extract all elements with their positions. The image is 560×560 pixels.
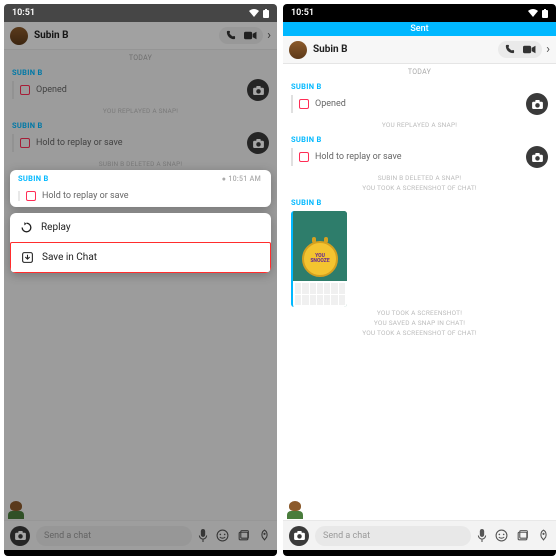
footer-camera-button[interactable] [289,526,309,546]
call-pill [498,41,542,58]
rocket-icon[interactable] [537,529,550,542]
system-saved: YOU SAVED A SNAP IN CHAT! [283,319,556,327]
context-menu: Replay Save in Chat [10,213,271,273]
battery-icon [263,9,269,18]
status-bar: 10:51 [283,4,556,22]
calendar-strip [293,281,347,307]
audio-call-button[interactable] [504,44,515,55]
menu-replay[interactable]: Replay [10,213,271,242]
snap-hold-icon [299,152,309,162]
context-snap-card: SUBIN B ● 10:51 AM Hold to replay or sav… [10,170,271,207]
status-time: 10:51 [12,8,35,18]
menu-save-label: Save in Chat [42,252,97,263]
system-screenshot-chat: YOU TOOK A SCREENSHOT OF CHAT! [283,184,556,192]
chat-header: Subin B › [283,36,556,64]
chat-body: TODAY SUBIN B Opened YOU REPLAYED A SNAP… [283,64,556,520]
status-bar: 10:51 [4,4,277,22]
phone-right: 10:51 Sent Subin B › TODAY SUBIN B Opene… [283,4,556,556]
battery-icon [542,9,548,18]
camera-reply-button-2[interactable] [526,146,548,168]
day-label: TODAY [283,68,556,76]
status-time: 10:51 [291,8,314,18]
replay-icon [20,221,33,234]
modal-scrim[interactable] [4,4,277,556]
wifi-icon [249,9,259,17]
emoji-icon[interactable] [495,529,508,542]
system-deleted: SUBIN B DELETED A SNAP! [283,174,556,182]
bitmoji-presence [283,501,556,520]
sender-label-2: SUBIN B [283,131,556,146]
video-call-button[interactable] [523,44,536,55]
system-screenshot: YOU TOOK A SCREENSHOT! [283,309,556,317]
system-screenshot-chat-2: YOU TOOK A SCREENSHOT OF CHAT! [283,329,556,337]
status-icons [528,9,548,18]
context-sender: SUBIN B ● 10:51 AM [10,170,271,185]
snap-row-hold[interactable]: Hold to replay or save [283,146,556,172]
save-chat-icon [21,251,34,264]
status-icons [249,9,269,18]
mic-icon[interactable] [477,529,487,542]
menu-save-in-chat[interactable]: Save in Chat [10,242,271,273]
sender-label: SUBIN B [283,78,556,93]
snap-opened-icon [299,99,309,109]
wifi-icon [528,9,538,17]
chat-input[interactable]: Send a chat [315,526,471,546]
snap-row-opened[interactable]: Opened [283,93,556,119]
context-snap-row[interactable]: Hold to replay or save [10,185,271,207]
chevron-right-icon[interactable]: › [546,42,550,57]
menu-replay-label: Replay [41,222,71,233]
context-timestamp: ● 10:51 AM [222,175,261,183]
gallery-icon[interactable] [516,529,529,542]
sender-label-3: SUBIN B [283,194,556,209]
contact-name[interactable]: Subin B [313,44,492,55]
system-replayed: YOU REPLAYED A SNAP! [283,121,556,129]
snap-graphic: YOU SNOOZE [302,241,338,277]
phone-left: 10:51 Subin B › TODAY SUBIN B Opened YOU… [4,4,277,556]
context-snap-icon [26,191,36,201]
system-nav-bar [283,550,556,556]
chat-footer: Send a chat [283,520,556,550]
bitmoji-icon [287,501,303,519]
header-actions: › [498,41,550,58]
sent-banner: Sent [283,22,556,36]
camera-reply-button[interactable] [526,93,548,115]
saved-snap-thumbnail[interactable]: YOU SNOOZE [291,211,347,307]
avatar[interactable] [289,41,307,59]
